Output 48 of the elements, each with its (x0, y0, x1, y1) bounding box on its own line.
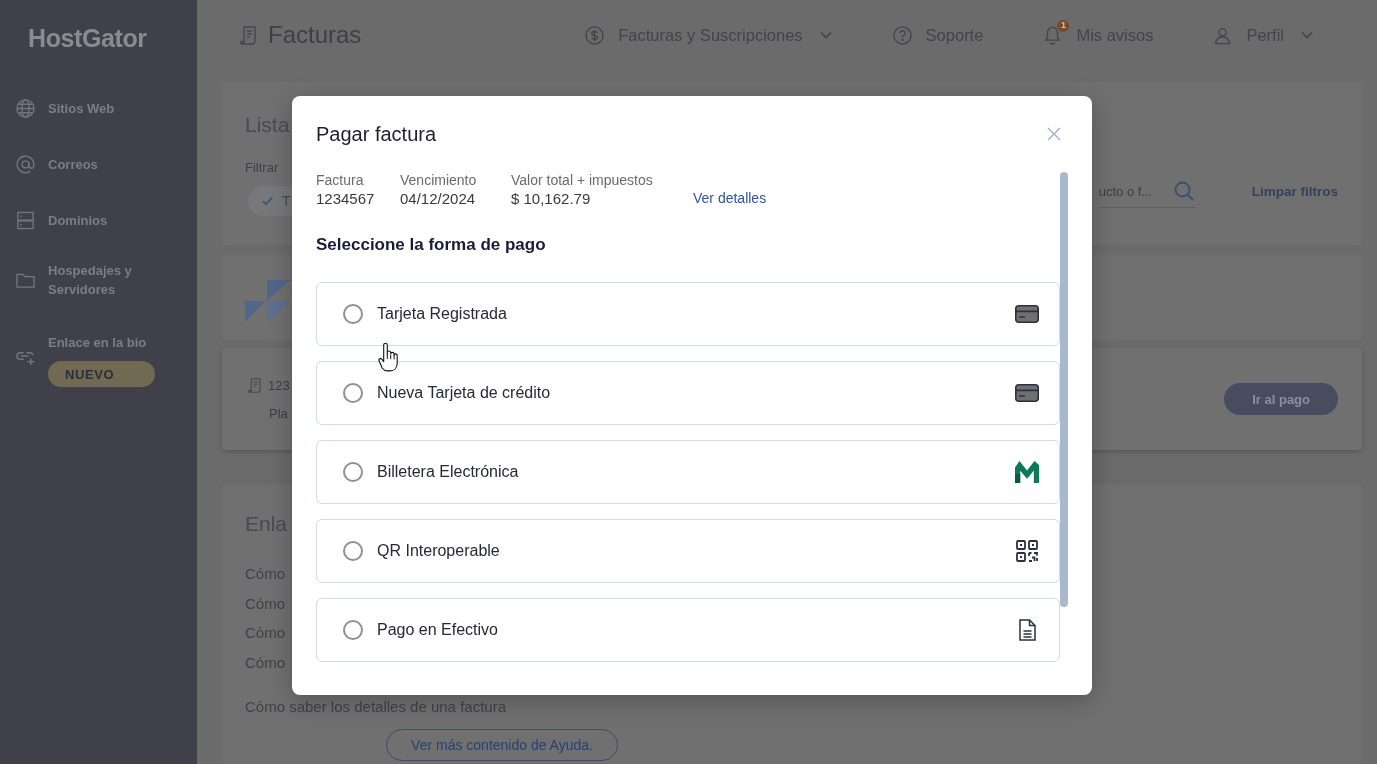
details-link[interactable]: Ver detalles (693, 189, 767, 208)
globe-icon (16, 98, 35, 118)
qr-code-icon (1016, 540, 1038, 562)
logo: HostGator (28, 23, 147, 53)
dollar-circle-icon (585, 25, 605, 45)
section-heading: Seleccione la forma de pago (316, 234, 546, 256)
credit-card-icon (1015, 384, 1039, 402)
radio-button[interactable] (343, 462, 363, 482)
radio-button[interactable] (343, 304, 363, 324)
credit-card-icon (1015, 305, 1039, 323)
radio-button[interactable] (343, 383, 363, 403)
detail-label: Valor total + impuestos (511, 172, 653, 189)
payment-option[interactable]: QR Interoperable (316, 519, 1060, 583)
notification-badge: 1 (1057, 19, 1070, 32)
clear-filters-link[interactable]: Limpar filtros (1251, 184, 1338, 199)
sidebar-item[interactable]: Enlace en la bio (48, 333, 147, 352)
help-icon (892, 25, 912, 45)
hand-cursor-icon (378, 342, 400, 373)
sidebar-item[interactable]: Hospedajes y Servidores (0, 252, 182, 308)
triangles-logo-icon (245, 280, 290, 322)
server-icon (16, 210, 35, 230)
receipt-icon (248, 377, 261, 393)
new-badge: NUEVO (48, 361, 155, 387)
detail-value: 04/12/2024 (400, 189, 476, 208)
document-icon (1018, 619, 1036, 641)
close-icon (1047, 127, 1061, 141)
detail-label: Vencimiento (400, 172, 477, 189)
modal-title: Pagar factura (316, 122, 437, 146)
close-button[interactable] (1046, 126, 1062, 142)
at-sign-icon (16, 154, 35, 174)
user-icon (1213, 25, 1233, 45)
bell-icon (1043, 25, 1063, 45)
sidebar-item[interactable]: Correos (0, 140, 102, 188)
search-icon (1173, 181, 1194, 201)
m-logo-icon (1015, 461, 1039, 483)
payment-option[interactable]: Tarjeta Registrada (316, 282, 1060, 346)
detail-value: $ 10,162.79 (511, 189, 591, 208)
payment-option[interactable]: Pago en Efectivo (316, 598, 1060, 662)
receipt-icon (240, 25, 256, 45)
sidebar-item[interactable]: Sitios Web (0, 84, 119, 132)
sidebar-item[interactable]: Dominios (0, 196, 112, 244)
pay-button[interactable]: Ir al pago (1224, 383, 1338, 415)
scrollbar-thumb[interactable] (1060, 172, 1068, 607)
detail-value: 1234567 (316, 189, 375, 208)
detail-label: Factura (316, 172, 364, 189)
payment-option[interactable]: Billetera Electrónica (316, 440, 1060, 504)
radio-button[interactable] (343, 620, 363, 640)
radio-button[interactable] (343, 541, 363, 561)
